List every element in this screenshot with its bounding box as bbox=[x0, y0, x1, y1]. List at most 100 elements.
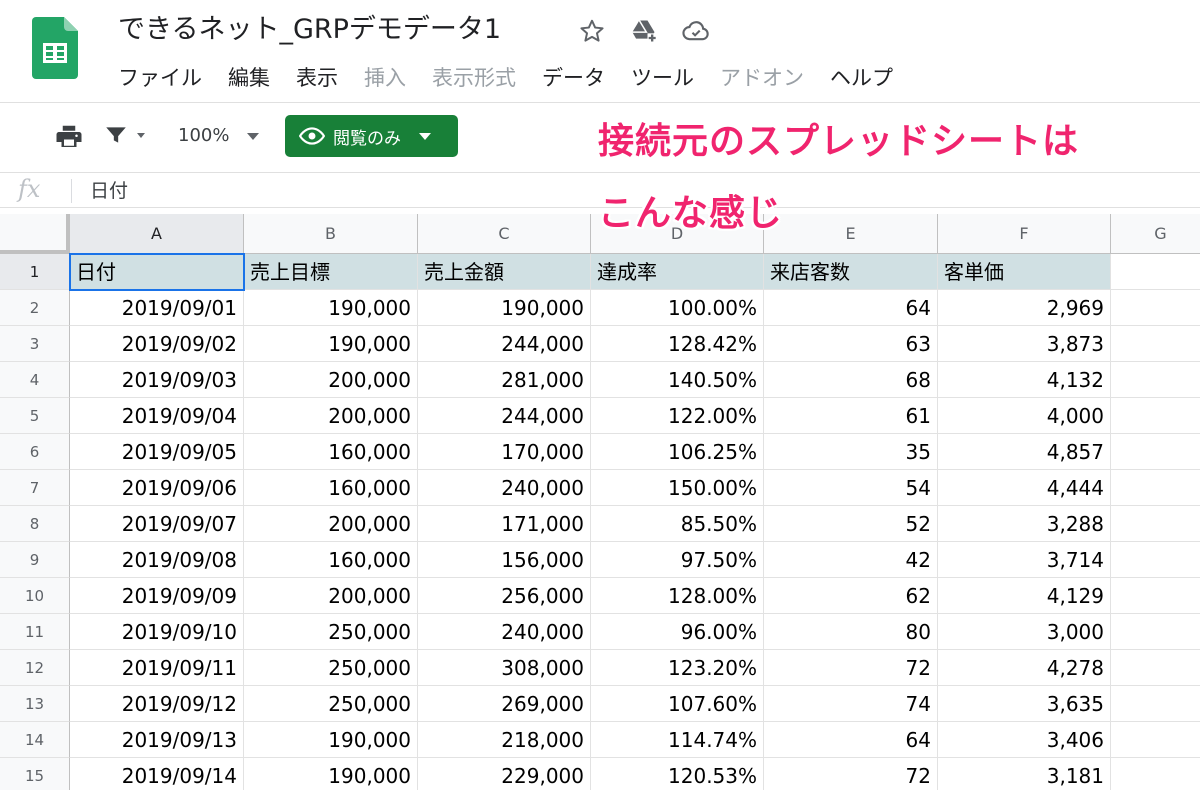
table-cell[interactable]: 190,000 bbox=[244, 326, 418, 362]
column-header-b[interactable]: B bbox=[244, 214, 418, 254]
column-header-c[interactable]: C bbox=[418, 214, 591, 254]
cloud-status-icon[interactable] bbox=[679, 14, 713, 48]
table-cell[interactable] bbox=[1111, 290, 1200, 326]
header-cell[interactable]: 客単価 bbox=[938, 254, 1111, 290]
table-cell[interactable]: 52 bbox=[764, 506, 938, 542]
table-cell[interactable]: 96.00% bbox=[591, 614, 764, 650]
table-cell[interactable]: 68 bbox=[764, 362, 938, 398]
table-cell[interactable]: 100.00% bbox=[591, 290, 764, 326]
table-cell[interactable]: 3,181 bbox=[938, 758, 1111, 790]
zoom-select[interactable]: 100% bbox=[178, 120, 260, 152]
table-cell[interactable]: 170,000 bbox=[418, 434, 591, 470]
table-cell[interactable]: 42 bbox=[764, 542, 938, 578]
table-cell[interactable]: 2019/09/10 bbox=[70, 614, 244, 650]
table-cell[interactable]: 2019/09/09 bbox=[70, 578, 244, 614]
row-header-1[interactable]: 1 bbox=[0, 254, 70, 290]
table-cell[interactable]: 281,000 bbox=[418, 362, 591, 398]
menu-view[interactable]: 表示 bbox=[296, 60, 338, 96]
table-cell[interactable]: 4,132 bbox=[938, 362, 1111, 398]
row-header-2[interactable]: 2 bbox=[0, 290, 70, 326]
menu-edit[interactable]: 編集 bbox=[228, 60, 270, 96]
table-cell[interactable]: 160,000 bbox=[244, 542, 418, 578]
menu-file[interactable]: ファイル bbox=[118, 60, 202, 96]
table-cell[interactable]: 218,000 bbox=[418, 722, 591, 758]
row-header-5[interactable]: 5 bbox=[0, 398, 70, 434]
table-cell[interactable]: 4,857 bbox=[938, 434, 1111, 470]
table-cell[interactable]: 4,278 bbox=[938, 650, 1111, 686]
table-cell[interactable]: 190,000 bbox=[418, 290, 591, 326]
table-cell[interactable]: 61 bbox=[764, 398, 938, 434]
header-cell[interactable]: 日付 bbox=[70, 254, 244, 290]
row-header-13[interactable]: 13 bbox=[0, 686, 70, 722]
table-cell[interactable] bbox=[1111, 758, 1200, 790]
header-cell[interactable]: 来店客数 bbox=[764, 254, 938, 290]
star-icon[interactable] bbox=[575, 14, 609, 48]
table-cell[interactable]: 114.74% bbox=[591, 722, 764, 758]
table-cell[interactable]: 122.00% bbox=[591, 398, 764, 434]
table-cell[interactable]: 200,000 bbox=[244, 578, 418, 614]
table-cell[interactable]: 2019/09/07 bbox=[70, 506, 244, 542]
table-cell[interactable]: 3,406 bbox=[938, 722, 1111, 758]
table-cell[interactable] bbox=[1111, 614, 1200, 650]
table-cell[interactable]: 200,000 bbox=[244, 398, 418, 434]
row-header-8[interactable]: 8 bbox=[0, 506, 70, 542]
table-cell[interactable]: 3,873 bbox=[938, 326, 1111, 362]
header-cell[interactable] bbox=[1111, 254, 1200, 290]
table-cell[interactable]: 240,000 bbox=[418, 614, 591, 650]
row-header-14[interactable]: 14 bbox=[0, 722, 70, 758]
filter-button[interactable] bbox=[103, 122, 145, 148]
drive-add-icon[interactable] bbox=[627, 14, 661, 48]
table-cell[interactable]: 2019/09/01 bbox=[70, 290, 244, 326]
table-cell[interactable]: 97.50% bbox=[591, 542, 764, 578]
table-cell[interactable]: 156,000 bbox=[418, 542, 591, 578]
table-cell[interactable]: 160,000 bbox=[244, 434, 418, 470]
table-cell[interactable]: 200,000 bbox=[244, 362, 418, 398]
table-cell[interactable]: 4,000 bbox=[938, 398, 1111, 434]
table-cell[interactable]: 200,000 bbox=[244, 506, 418, 542]
column-header-f[interactable]: F bbox=[938, 214, 1111, 254]
row-header-9[interactable]: 9 bbox=[0, 542, 70, 578]
menu-tools[interactable]: ツール bbox=[631, 60, 694, 96]
table-cell[interactable]: 4,129 bbox=[938, 578, 1111, 614]
table-cell[interactable]: 3,635 bbox=[938, 686, 1111, 722]
table-cell[interactable]: 140.50% bbox=[591, 362, 764, 398]
table-cell[interactable]: 123.20% bbox=[591, 650, 764, 686]
table-cell[interactable]: 2019/09/08 bbox=[70, 542, 244, 578]
menu-data[interactable]: データ bbox=[542, 60, 605, 96]
table-cell[interactable] bbox=[1111, 326, 1200, 362]
table-cell[interactable]: 3,288 bbox=[938, 506, 1111, 542]
table-cell[interactable]: 250,000 bbox=[244, 614, 418, 650]
table-cell[interactable]: 2019/09/13 bbox=[70, 722, 244, 758]
table-cell[interactable]: 190,000 bbox=[244, 758, 418, 790]
table-cell[interactable]: 120.53% bbox=[591, 758, 764, 790]
table-cell[interactable]: 128.00% bbox=[591, 578, 764, 614]
table-cell[interactable] bbox=[1111, 542, 1200, 578]
table-cell[interactable]: 244,000 bbox=[418, 326, 591, 362]
table-cell[interactable] bbox=[1111, 398, 1200, 434]
table-cell[interactable]: 80 bbox=[764, 614, 938, 650]
row-header-3[interactable]: 3 bbox=[0, 326, 70, 362]
table-cell[interactable]: 269,000 bbox=[418, 686, 591, 722]
header-cell[interactable]: 売上目標 bbox=[244, 254, 418, 290]
table-cell[interactable] bbox=[1111, 434, 1200, 470]
table-cell[interactable]: 4,444 bbox=[938, 470, 1111, 506]
header-cell[interactable]: 達成率 bbox=[591, 254, 764, 290]
table-cell[interactable]: 160,000 bbox=[244, 470, 418, 506]
table-cell[interactable]: 171,000 bbox=[418, 506, 591, 542]
table-cell[interactable]: 2019/09/02 bbox=[70, 326, 244, 362]
sheets-logo-icon[interactable] bbox=[32, 17, 78, 79]
table-cell[interactable]: 250,000 bbox=[244, 650, 418, 686]
view-only-button[interactable]: 閲覧のみ bbox=[285, 115, 458, 157]
table-cell[interactable]: 229,000 bbox=[418, 758, 591, 790]
table-cell[interactable]: 150.00% bbox=[591, 470, 764, 506]
sheet-grid[interactable]: A B C D E F G 1 日付 売上目標 売上金額 達成率 来店客数 客単価 2 2019/09/01 1… bbox=[0, 214, 1200, 790]
table-cell[interactable]: 3,714 bbox=[938, 542, 1111, 578]
row-header-10[interactable]: 10 bbox=[0, 578, 70, 614]
table-cell[interactable]: 106.25% bbox=[591, 434, 764, 470]
table-cell[interactable]: 54 bbox=[764, 470, 938, 506]
table-cell[interactable]: 64 bbox=[764, 722, 938, 758]
table-cell[interactable]: 190,000 bbox=[244, 290, 418, 326]
table-cell[interactable]: 128.42% bbox=[591, 326, 764, 362]
select-all-corner[interactable] bbox=[0, 214, 70, 254]
table-cell[interactable]: 85.50% bbox=[591, 506, 764, 542]
